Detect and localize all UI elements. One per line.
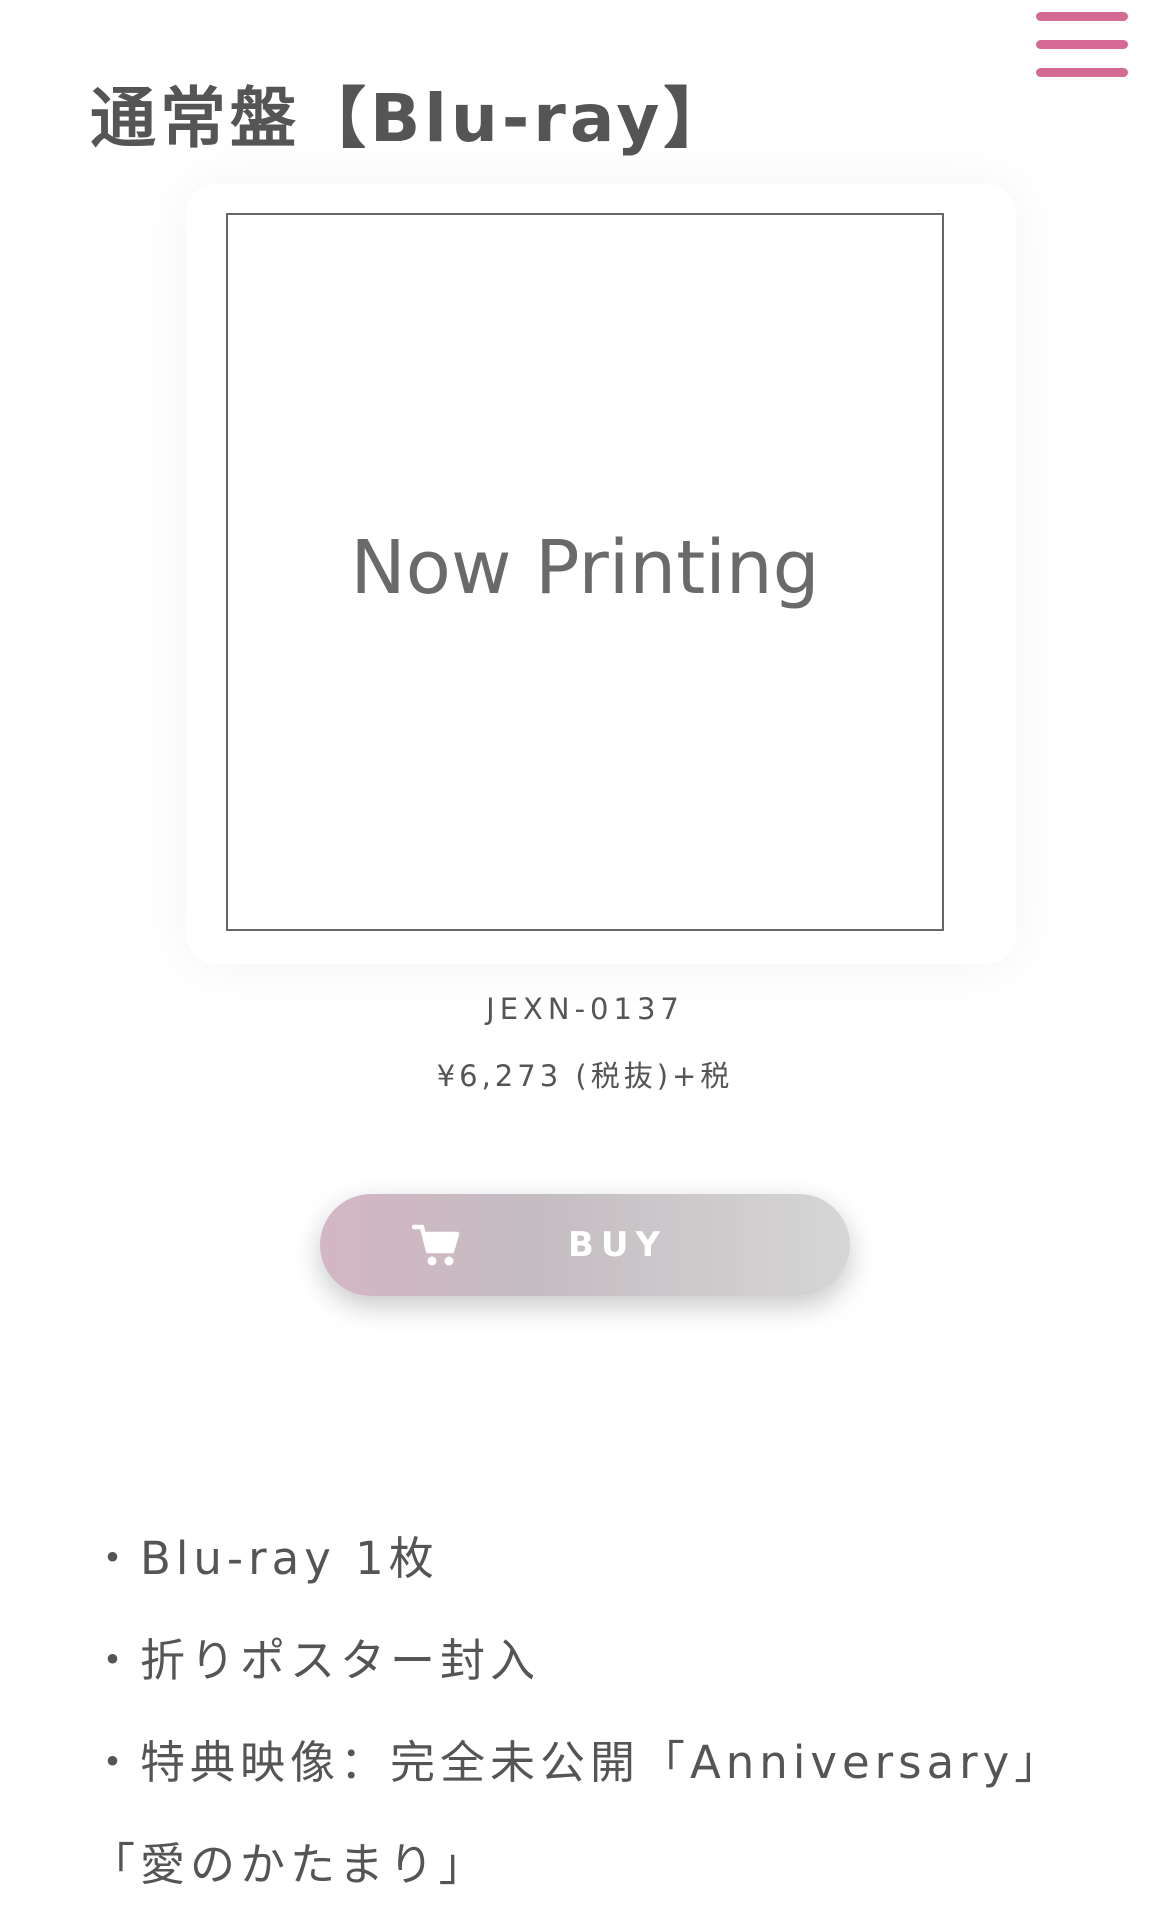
product-jacket-image: Now Printing	[226, 213, 944, 931]
buy-button-label: BUY	[568, 1225, 668, 1265]
product-price: ¥6,273 (税抜)+税	[436, 1059, 734, 1093]
hamburger-menu-button[interactable]	[1036, 10, 1128, 88]
menu-icon-bar-top	[1036, 12, 1128, 21]
menu-icon-bar-bottom	[1036, 68, 1128, 77]
now-printing-label: Now Printing	[350, 525, 820, 611]
buy-button[interactable]: BUY	[320, 1194, 850, 1296]
product-details-list: ・Blu-ray 1枚 ・折りポスター封入 ・特典映像：完全未公開「Annive…	[90, 1508, 1080, 1916]
page-title: 通常盤【Blu-ray】	[90, 80, 734, 158]
detail-item: ・特典映像：完全未公開「Anniversary」「愛のかたまり」	[90, 1736, 1065, 1891]
detail-item: ・Blu-ray 1枚	[90, 1532, 439, 1585]
detail-item: ・折りポスター封入	[90, 1634, 541, 1687]
product-code: JEXN-0137	[486, 992, 684, 1026]
cart-icon	[412, 1224, 460, 1266]
menu-icon-bar-middle	[1036, 40, 1128, 49]
